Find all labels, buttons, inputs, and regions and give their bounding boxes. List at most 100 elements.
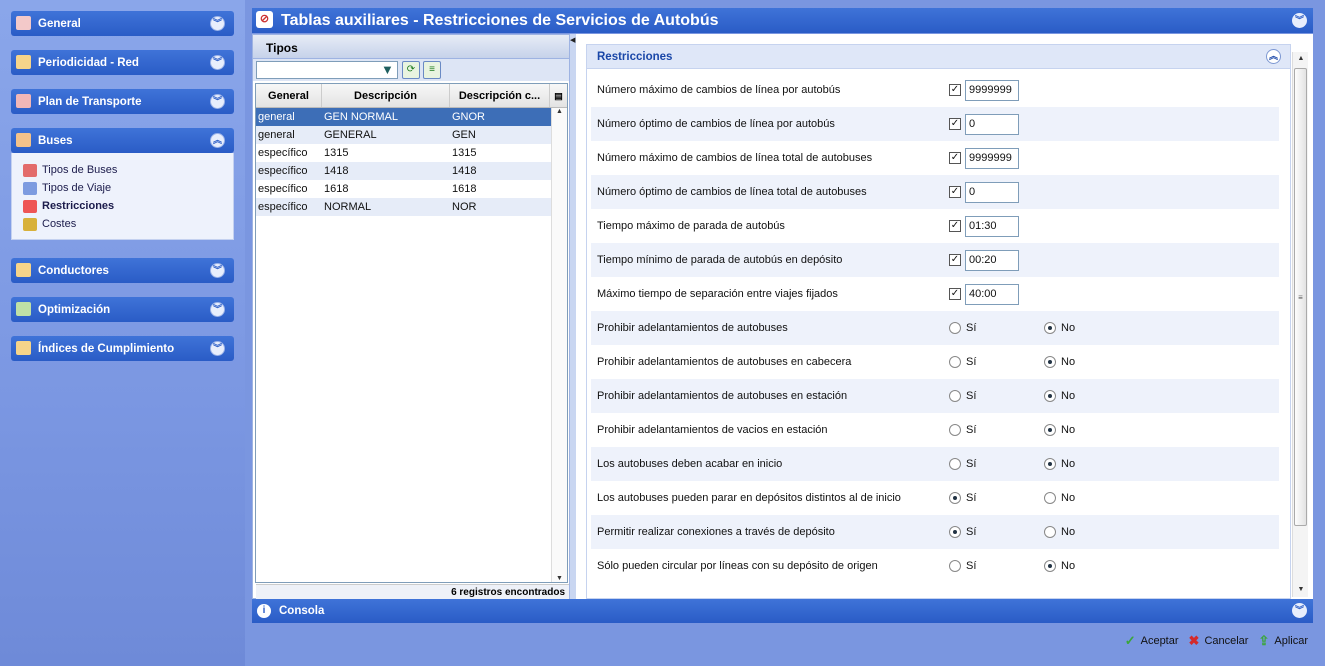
chevron-down-icon[interactable]: ︾	[210, 263, 225, 278]
sidebar-item-costes[interactable]: Costes	[23, 215, 233, 233]
chevron-down-icon[interactable]: ︾	[210, 55, 225, 70]
sidebar-item-tipos-de-buses[interactable]: Tipos de Buses	[23, 161, 233, 179]
radio-button[interactable]	[1044, 356, 1056, 368]
grid-scrollbar[interactable]: ▲ ▼	[551, 108, 567, 582]
restriction-value-input[interactable]: 0	[965, 181, 1019, 203]
accept-button[interactable]: ✓ Aceptar	[1125, 633, 1179, 649]
column-header[interactable]: Descripción	[322, 84, 450, 107]
restriction-checkbox[interactable]: ✓	[949, 84, 961, 96]
filter-icon[interactable]: ▼	[381, 62, 394, 77]
radio-yes[interactable]: Sí	[949, 322, 1044, 334]
radio-no[interactable]: No	[1044, 560, 1139, 572]
radio-button[interactable]	[949, 458, 961, 470]
restriction-checkbox[interactable]: ✓	[949, 220, 961, 232]
cell: 1418	[324, 165, 349, 177]
scroll-up-icon[interactable]: ▲	[552, 108, 567, 115]
restriction-checkbox[interactable]: ✓	[949, 152, 961, 164]
restriction-value-input[interactable]: 9999999	[965, 147, 1019, 169]
radio-no[interactable]: No	[1044, 390, 1139, 402]
apply-button[interactable]: ⇪ Aplicar	[1258, 633, 1308, 649]
group-optimizacion[interactable]: Optimización ︾	[11, 297, 234, 322]
radio-button[interactable]	[949, 560, 961, 572]
column-menu-icon[interactable]: ▤	[550, 84, 567, 107]
radio-no[interactable]: No	[1044, 322, 1139, 334]
radio-button[interactable]	[949, 526, 961, 538]
radio-yes[interactable]: Sí	[949, 560, 1044, 572]
scroll-down-icon[interactable]: ▼	[1293, 583, 1309, 597]
table-row[interactable]: específico 1618 1618	[256, 180, 567, 198]
restriction-checkbox[interactable]: ✓	[949, 186, 961, 198]
restricciones-title: Restricciones	[597, 51, 673, 63]
console-bar[interactable]: i Consola ︾	[252, 599, 1313, 623]
radio-button[interactable]	[1044, 424, 1056, 436]
chevron-down-icon[interactable]: ︾	[210, 16, 225, 31]
radio-button[interactable]	[1044, 322, 1056, 334]
radio-button[interactable]	[1044, 526, 1056, 538]
radio-no[interactable]: No	[1044, 492, 1139, 504]
group-buses[interactable]: Buses ︽ Tipos de Buses Tipos de Viaje Res…	[11, 128, 234, 240]
restriction-value-input[interactable]: 9999999	[965, 79, 1019, 101]
scroll-up-icon[interactable]: ▲	[1293, 52, 1309, 66]
scroll-down-icon[interactable]: ▼	[552, 575, 567, 582]
chevron-down-icon[interactable]: ︾	[1292, 603, 1307, 618]
radio-button[interactable]	[1044, 560, 1056, 572]
radio-button[interactable]	[949, 322, 961, 334]
radio-yes[interactable]: Sí	[949, 526, 1044, 538]
restriction-checkbox[interactable]: ✓	[949, 118, 961, 130]
radio-button[interactable]	[949, 390, 961, 402]
radio-button[interactable]	[1044, 390, 1056, 402]
apply-icon: ⇪	[1258, 633, 1270, 648]
restriction-checkbox[interactable]: ✓	[949, 288, 961, 300]
chevron-down-icon[interactable]: ︾	[210, 341, 225, 356]
chevron-down-icon[interactable]: ︾	[1292, 13, 1307, 28]
radio-yes[interactable]: Sí	[949, 492, 1044, 504]
column-header[interactable]: General	[256, 84, 322, 107]
sidebar-item-restricciones[interactable]: Restricciones	[23, 197, 233, 215]
cell: NORMAL	[324, 201, 372, 213]
chevron-down-icon[interactable]: ︾	[210, 302, 225, 317]
group-periodicidad-red[interactable]: Periodicidad - Red ︾	[11, 50, 234, 75]
column-header[interactable]: Descripción c...	[450, 84, 550, 107]
restriction-value-input[interactable]: 00:20	[965, 249, 1019, 271]
refresh-icon[interactable]: ⟳	[402, 61, 420, 79]
restricciones-scrollbar[interactable]: ▲ ≡ ▼	[1292, 52, 1308, 597]
radio-no[interactable]: No	[1044, 526, 1139, 538]
group-plan-de-transporte[interactable]: Plan de Transporte ︾	[11, 89, 234, 114]
radio-no[interactable]: No	[1044, 424, 1139, 436]
group-conductores[interactable]: Conductores ︾	[11, 258, 234, 283]
restriction-value-input[interactable]: 0	[965, 113, 1019, 135]
chevron-up-icon[interactable]: ︽	[1266, 49, 1281, 64]
search-input[interactable]	[256, 61, 398, 79]
table-row[interactable]: específico 1418 1418	[256, 162, 567, 180]
group-general[interactable]: General ︾	[11, 11, 234, 36]
chevron-up-icon[interactable]: ︽	[210, 133, 225, 148]
radio-yes[interactable]: Sí	[949, 458, 1044, 470]
restriction-label: Número óptimo de cambios de línea total …	[597, 186, 867, 198]
radio-button[interactable]	[1044, 458, 1056, 470]
cancel-button[interactable]: ✖ Cancelar	[1189, 633, 1249, 649]
group-indices-de-cumplimiento[interactable]: Índices de Cumplimiento ︾	[11, 336, 234, 361]
radio-yes[interactable]: Sí	[949, 390, 1044, 402]
radio-no[interactable]: No	[1044, 458, 1139, 470]
radio-button[interactable]	[949, 356, 961, 368]
collapse-arrow-icon[interactable]: ◀	[570, 36, 575, 44]
restriction-value-input[interactable]: 40:00	[965, 283, 1019, 305]
radio-button[interactable]	[949, 492, 961, 504]
radio-no[interactable]: No	[1044, 356, 1139, 368]
chevron-down-icon[interactable]: ︾	[210, 94, 225, 109]
table-row[interactable]: específico NORMAL NOR	[256, 198, 567, 216]
radio-yes[interactable]: Sí	[949, 424, 1044, 436]
radio-button[interactable]	[949, 424, 961, 436]
sidebar-item-tipos-de-viaje[interactable]: Tipos de Viaje	[23, 179, 233, 197]
restriction-checkbox[interactable]: ✓	[949, 254, 961, 266]
radio-button[interactable]	[1044, 492, 1056, 504]
table-row[interactable]: general GENERAL GEN	[256, 126, 567, 144]
export-icon[interactable]: ≡	[423, 61, 441, 79]
scroll-thumb[interactable]: ≡	[1294, 68, 1307, 526]
table-row[interactable]: específico 1315 1315	[256, 144, 567, 162]
cell: específico	[258, 147, 308, 159]
restriction-row: Tiempo máximo de parada de autobús ✓ 01:30	[591, 209, 1279, 243]
radio-yes[interactable]: Sí	[949, 356, 1044, 368]
table-row[interactable]: general GEN NORMAL GNOR	[256, 108, 567, 126]
restriction-value-input[interactable]: 01:30	[965, 215, 1019, 237]
